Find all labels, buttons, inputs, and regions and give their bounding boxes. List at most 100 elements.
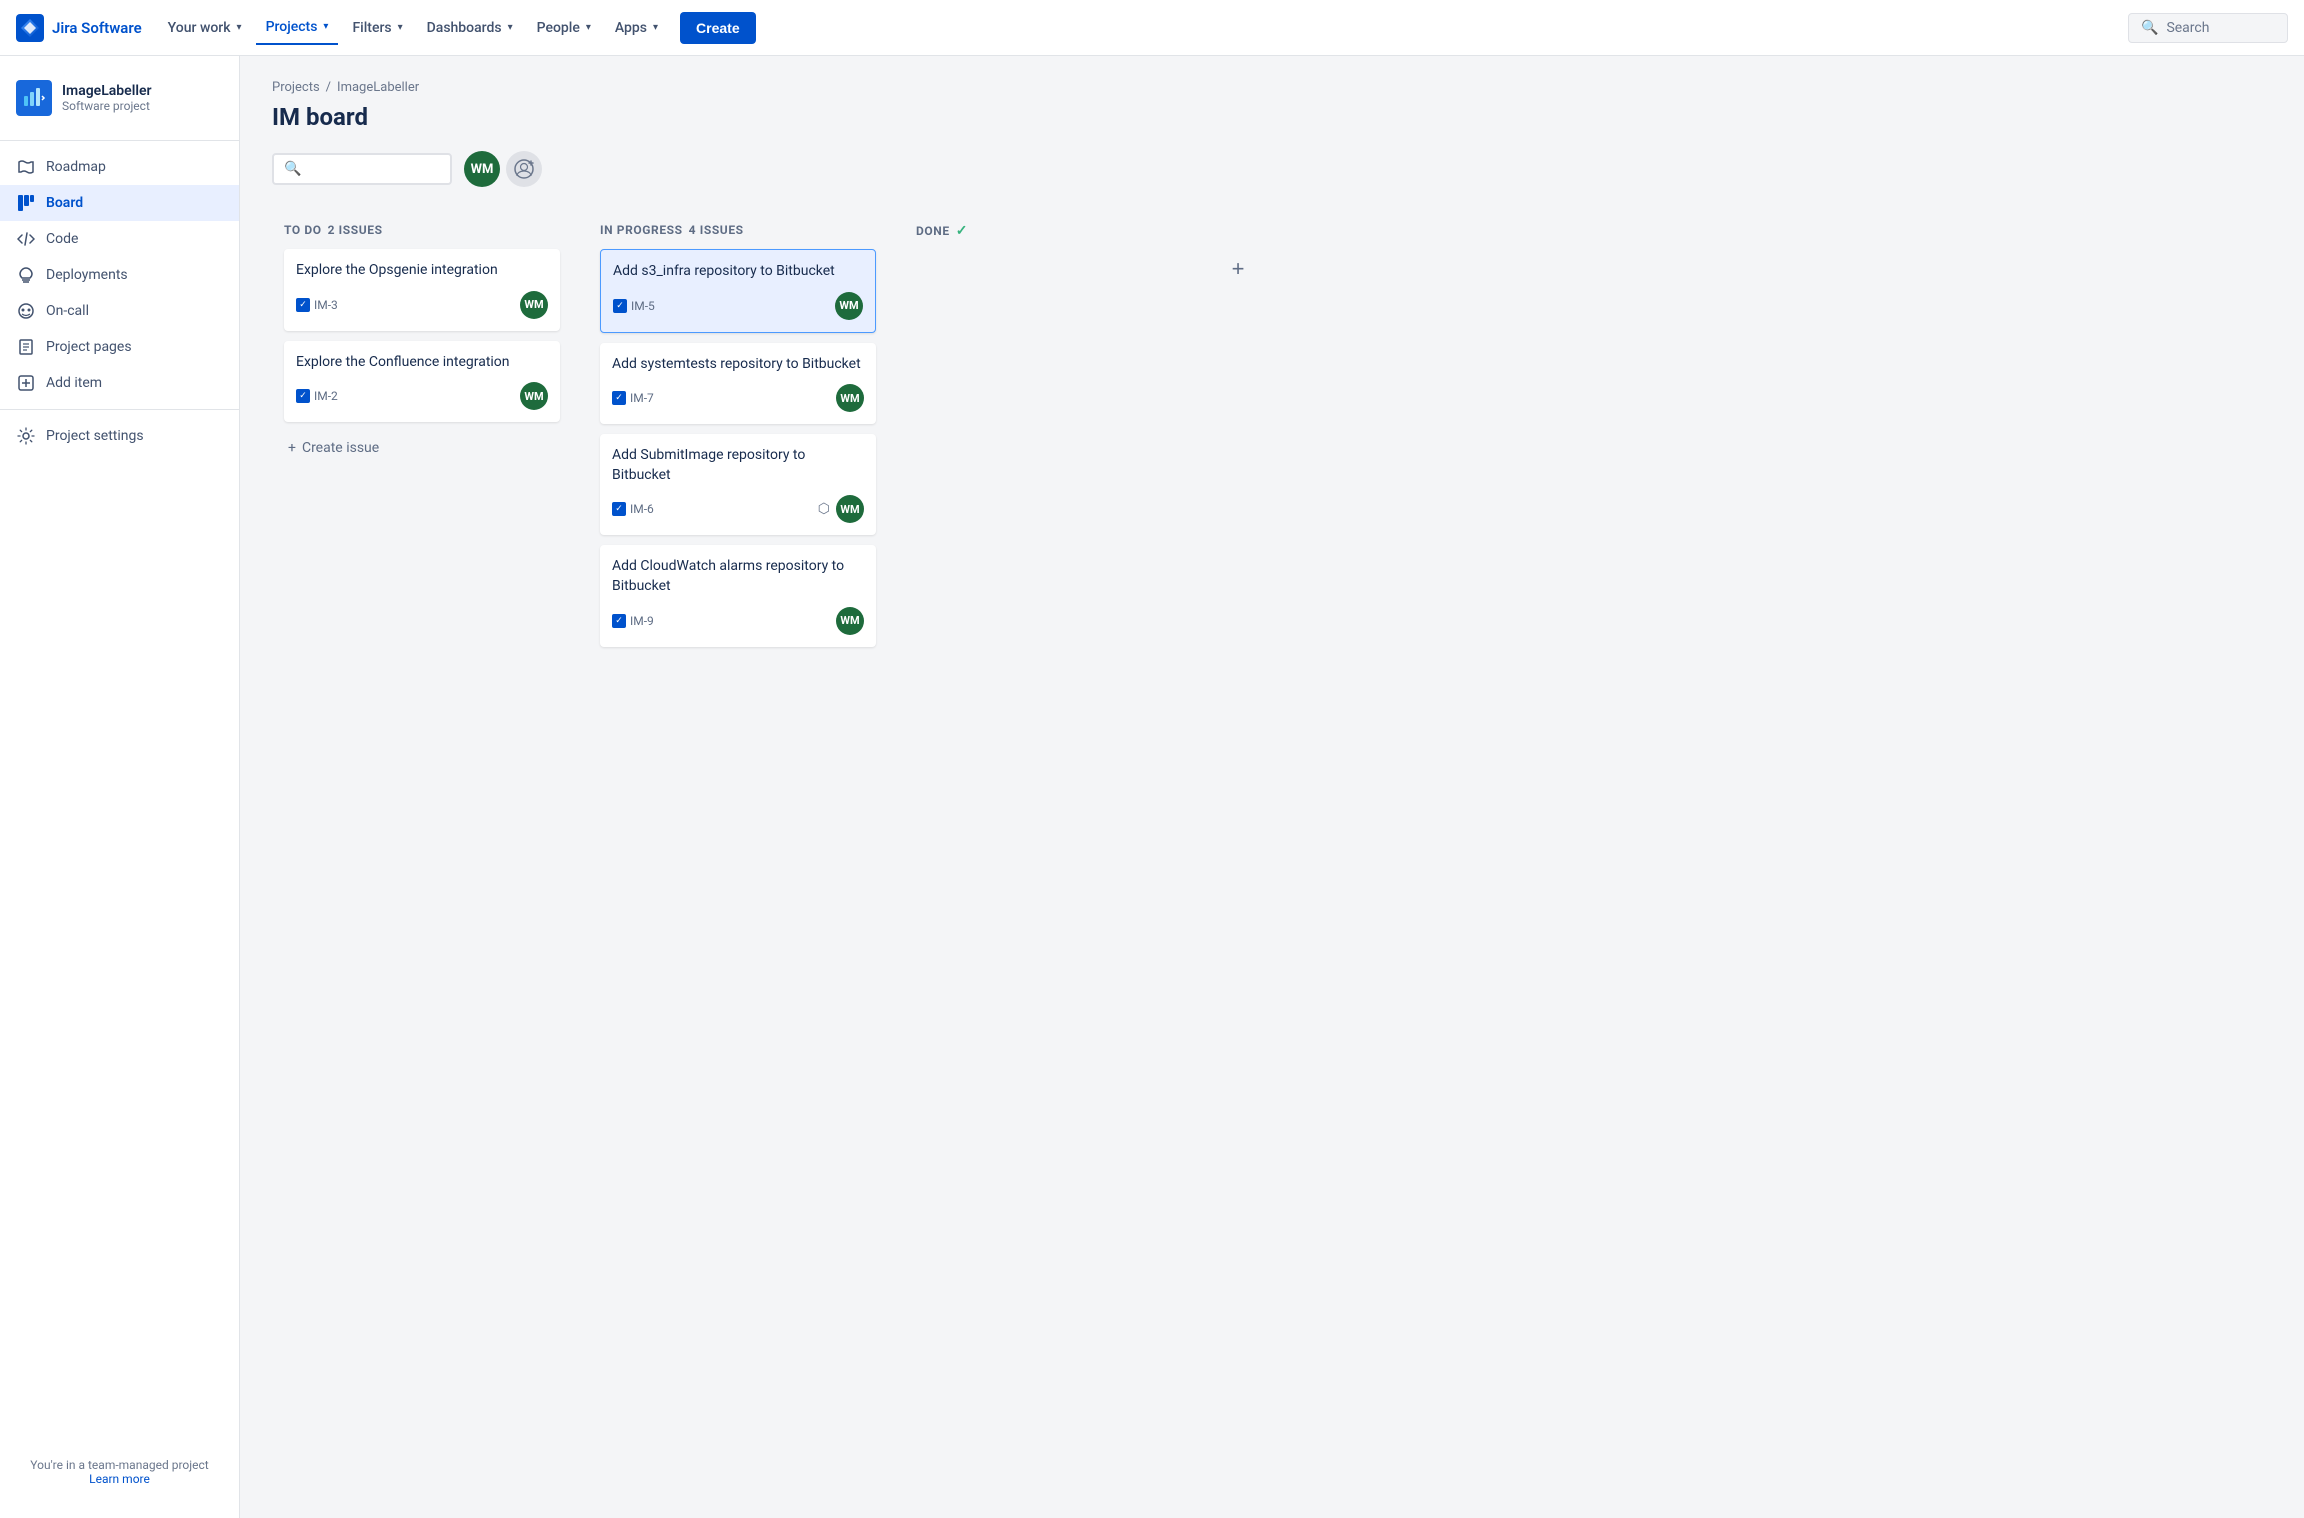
search-icon: 🔍 [284, 161, 301, 177]
main-content: Projects / ImageLabeller IM board 🔍 WM [240, 56, 2304, 1518]
jira-logo-icon [16, 14, 44, 42]
sidebar-divider-2 [0, 409, 239, 410]
create-issue-label: Create issue [302, 440, 379, 456]
column-inprogress-count: 4 ISSUES [689, 223, 744, 237]
done-check-icon: ✓ [956, 223, 968, 239]
column-todo: TO DO 2 ISSUES Explore the Opsgenie inte… [272, 211, 572, 476]
card-im6[interactable]: Add SubmitImage repository to Bitbucket … [600, 434, 876, 535]
page-layout: ImageLabeller Software project Roadmap [0, 56, 2304, 1518]
column-inprogress-title: IN PROGRESS [600, 223, 683, 237]
card-im5-title: Add s3_infra repository to Bitbucket [613, 262, 863, 282]
search-placeholder: Search [2166, 20, 2209, 36]
team-managed-text: You're in a team-managed project [16, 1458, 223, 1472]
card-im3-id-text: IM-3 [314, 298, 338, 312]
card-im3-id: IM-3 [296, 298, 338, 312]
sidebar-item-deployments[interactable]: Deployments [0, 257, 239, 293]
create-issue-button[interactable]: + Create issue [284, 432, 560, 464]
card-im7-title: Add systemtests repository to Bitbucket [612, 355, 864, 375]
sidebar-item-board[interactable]: Board [0, 185, 239, 221]
settings-icon [16, 426, 36, 446]
sidebar: ImageLabeller Software project Roadmap [0, 56, 240, 1518]
card-im3[interactable]: Explore the Opsgenie integration IM-3 WM [284, 249, 560, 331]
column-todo-header: TO DO 2 ISSUES [284, 223, 560, 237]
card-im5-id-text: IM-5 [631, 299, 655, 313]
column-done: DONE ✓ [904, 211, 1204, 263]
sidebar-item-code[interactable]: Code [0, 221, 239, 257]
sidebar-settings-label: Project settings [46, 428, 144, 444]
breadcrumb-projects[interactable]: Projects [272, 80, 320, 95]
column-todo-title: TO DO [284, 223, 322, 237]
sidebar-item-add-item[interactable]: Add item [0, 365, 239, 401]
nav-your-work[interactable]: Your work ▾ [158, 12, 252, 44]
nav-filters[interactable]: Filters ▾ [342, 12, 412, 44]
card-im2-avatar: WM [520, 382, 548, 410]
add-column-button[interactable]: + [1220, 251, 1256, 287]
card-im7-footer: IM-7 WM [612, 384, 864, 412]
chevron-down-icon: ▾ [237, 22, 242, 33]
roadmap-icon [16, 157, 36, 177]
card-im6-checkbox [612, 502, 626, 516]
card-im7-avatar: WM [836, 384, 864, 412]
nav-apps[interactable]: Apps ▾ [605, 12, 668, 44]
priority-icon: ⬡ [818, 501, 830, 517]
avatar-group: WM [464, 151, 542, 187]
chevron-down-icon: ▾ [508, 22, 513, 33]
card-im9-footer: IM-9 WM [612, 607, 864, 635]
breadcrumb-current: ImageLabeller [337, 80, 419, 95]
card-im2[interactable]: Explore the Confluence integration IM-2 … [284, 341, 560, 423]
sidebar-item-project-pages[interactable]: Project pages [0, 329, 239, 365]
sidebar-oncall-label: On-call [46, 303, 89, 319]
column-inprogress-header: IN PROGRESS 4 ISSUES [600, 223, 876, 237]
card-im6-avatar: WM [836, 495, 864, 523]
chevron-down-icon: ▾ [323, 21, 328, 32]
page-title: IM board [272, 103, 2272, 131]
chevron-down-icon: ▾ [398, 22, 403, 33]
card-im7[interactable]: Add systemtests repository to Bitbucket … [600, 343, 876, 425]
nav-items: Your work ▾ Projects ▾ Filters ▾ Dashboa… [158, 11, 2128, 45]
column-done-title: DONE [916, 224, 950, 238]
sidebar-deployments-label: Deployments [46, 267, 128, 283]
nav-dashboards[interactable]: Dashboards ▾ [417, 12, 523, 44]
card-im3-footer: IM-3 WM [296, 291, 548, 319]
nav-projects[interactable]: Projects ▾ [256, 11, 339, 45]
logo-text: Jira Software [52, 19, 142, 37]
column-done-header: DONE ✓ [916, 223, 1192, 239]
card-im2-id-text: IM-2 [314, 389, 338, 403]
breadcrumb: Projects / ImageLabeller [272, 80, 2272, 95]
avatar-wm[interactable]: WM [464, 151, 500, 187]
card-im5[interactable]: Add s3_infra repository to Bitbucket IM-… [600, 249, 876, 333]
chevron-down-icon: ▾ [586, 22, 591, 33]
project-info: ImageLabeller Software project [62, 83, 152, 113]
create-button[interactable]: Create [680, 12, 756, 44]
card-im9-title: Add CloudWatch alarms repository to Bitb… [612, 557, 864, 596]
top-nav: Jira Software Your work ▾ Projects ▾ Fil… [0, 0, 2304, 56]
project-type: Software project [62, 99, 152, 113]
logo[interactable]: Jira Software [16, 14, 142, 42]
sidebar-item-project-settings[interactable]: Project settings [0, 418, 239, 454]
deployments-icon [16, 265, 36, 285]
board: TO DO 2 ISSUES Explore the Opsgenie inte… [272, 211, 2272, 669]
board-search-input[interactable] [309, 161, 440, 177]
project-name: ImageLabeller [62, 83, 152, 99]
chevron-down-icon: ▾ [653, 22, 658, 33]
card-im5-footer: IM-5 WM [613, 292, 863, 320]
sidebar-project: ImageLabeller Software project [0, 72, 239, 132]
sidebar-item-roadmap[interactable]: Roadmap [0, 149, 239, 185]
sidebar-footer: You're in a team-managed project Learn m… [0, 1442, 239, 1502]
sidebar-project-pages-label: Project pages [46, 339, 132, 355]
card-im2-checkbox [296, 389, 310, 403]
project-pages-icon [16, 337, 36, 357]
add-avatar-button[interactable] [506, 151, 542, 187]
card-im3-avatar: WM [520, 291, 548, 319]
global-search[interactable]: 🔍 Search [2128, 13, 2288, 43]
card-im3-title: Explore the Opsgenie integration [296, 261, 548, 281]
card-im9-id: IM-9 [612, 614, 654, 628]
sidebar-item-oncall[interactable]: On-call [0, 293, 239, 329]
card-im6-title: Add SubmitImage repository to Bitbucket [612, 446, 864, 485]
card-im9[interactable]: Add CloudWatch alarms repository to Bitb… [600, 545, 876, 646]
search-icon: 🔍 [2141, 20, 2158, 36]
nav-people[interactable]: People ▾ [527, 12, 601, 44]
board-search[interactable]: 🔍 [272, 153, 452, 185]
learn-more-link[interactable]: Learn more [89, 1472, 150, 1486]
card-im9-avatar: WM [836, 607, 864, 635]
